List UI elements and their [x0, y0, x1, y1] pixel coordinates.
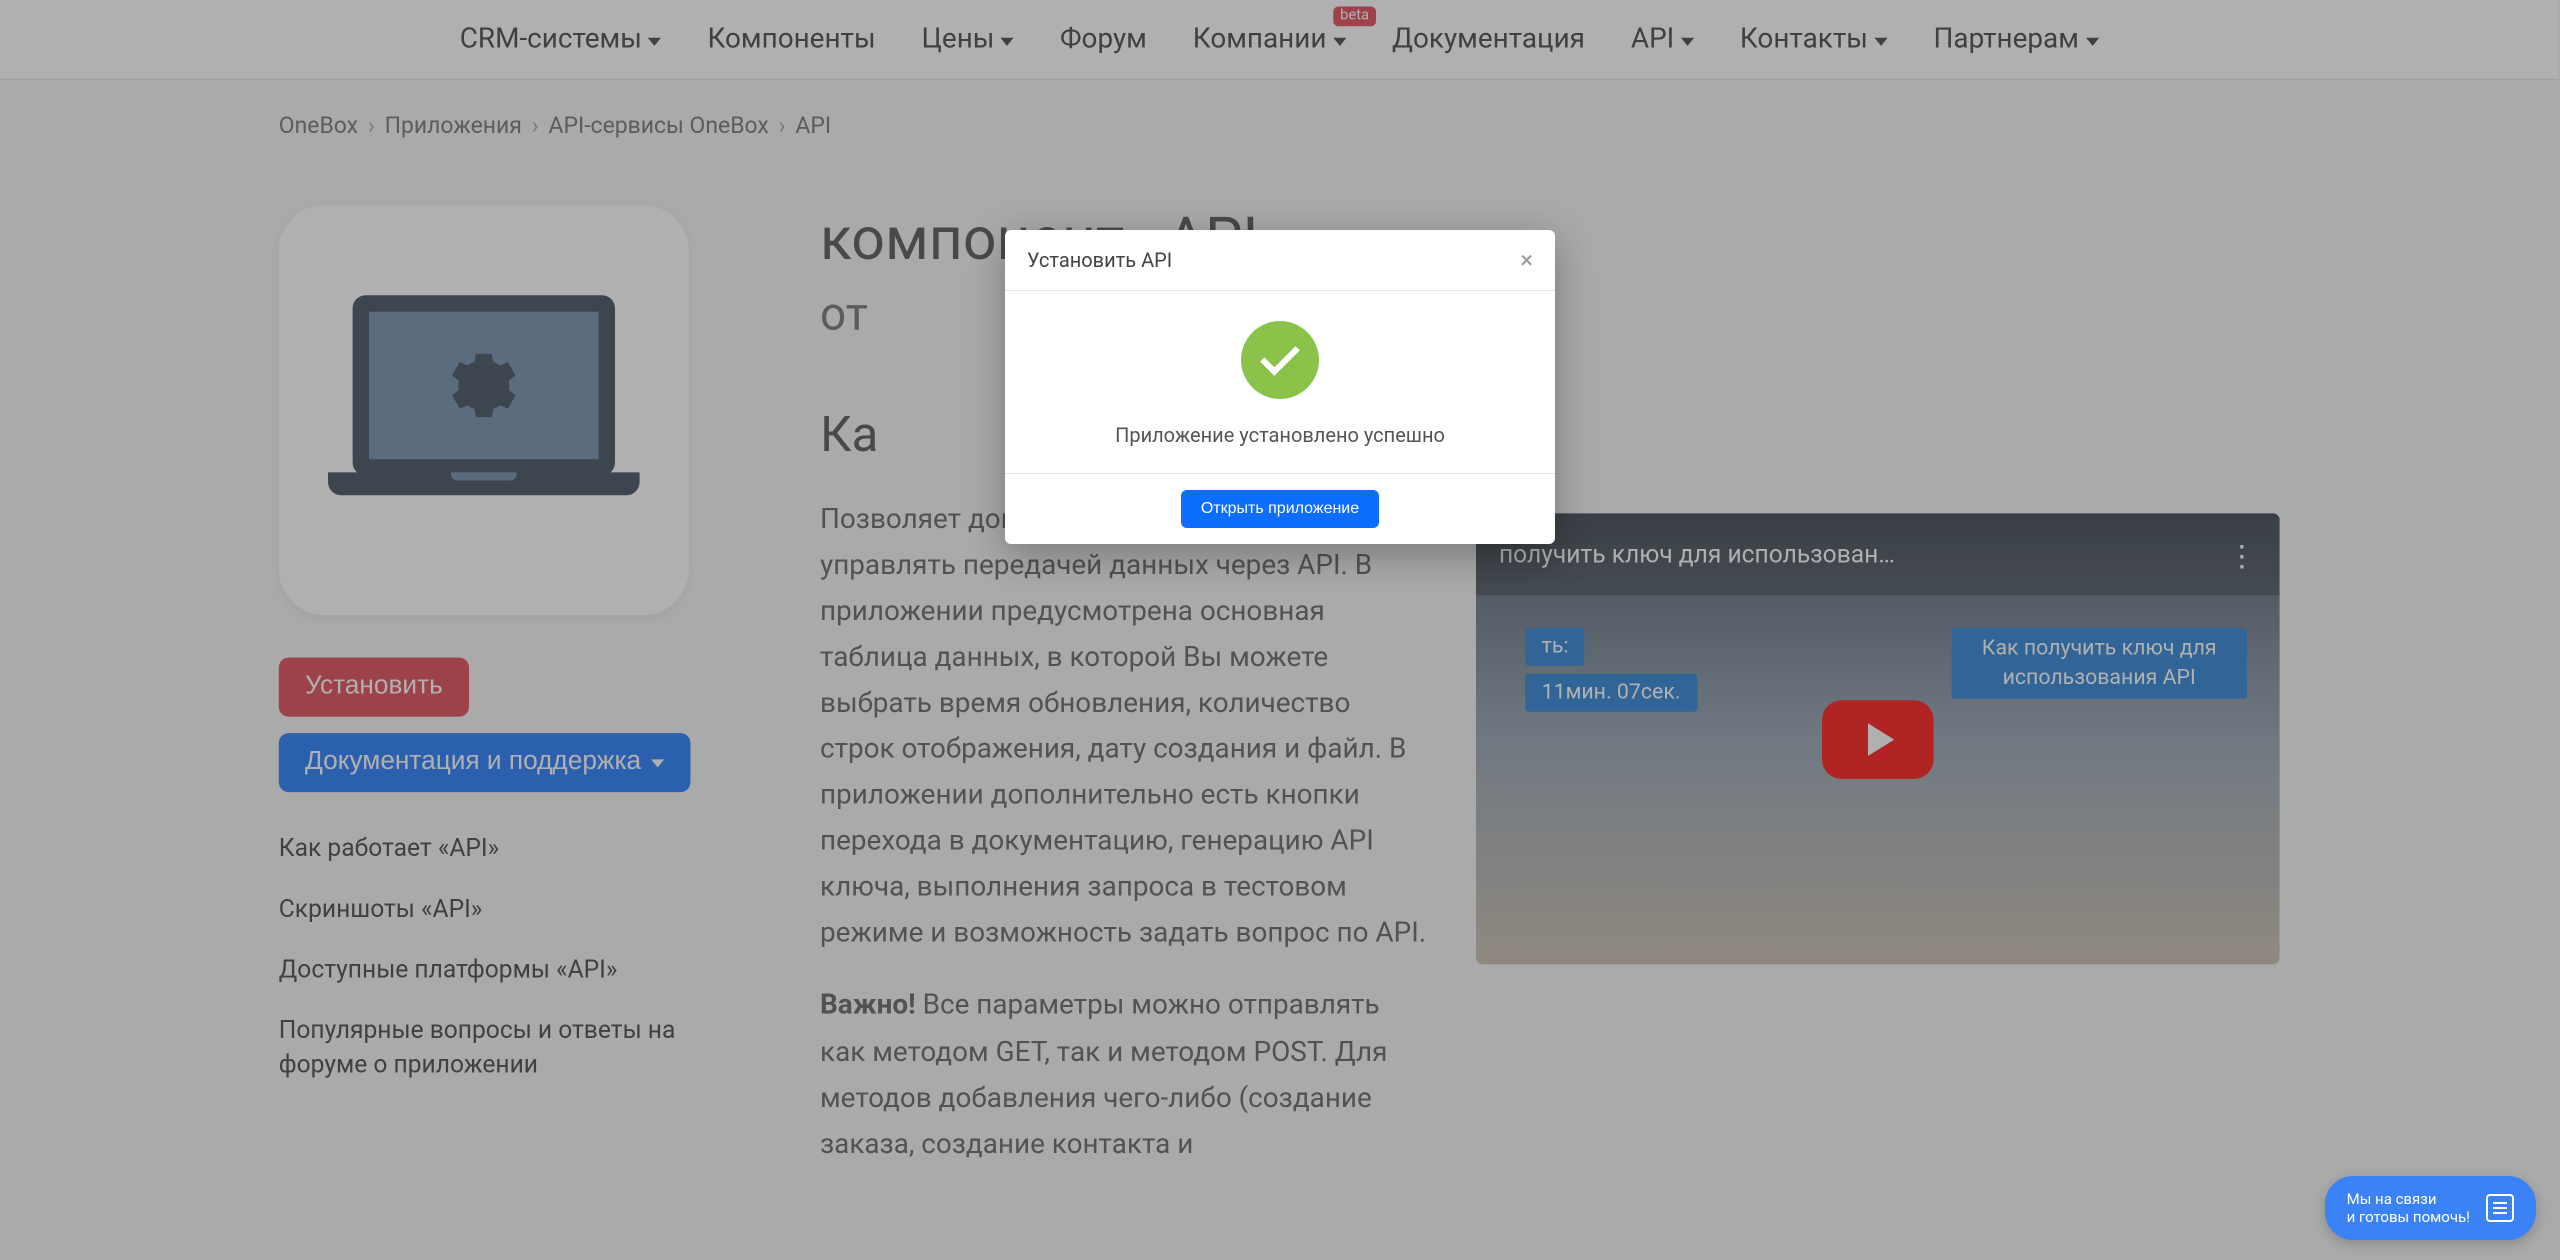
chat-text: Мы на связи и готовы помочь! — [2347, 1190, 2470, 1226]
install-modal: Установить API × Приложение установлено … — [1005, 230, 1555, 544]
modal-title: Установить API — [1027, 248, 1172, 272]
modal-overlay[interactable] — [0, 0, 2560, 1260]
success-icon — [1241, 321, 1319, 399]
modal-message: Приложение установлено успешно — [1025, 423, 1535, 447]
chat-icon — [2486, 1194, 2514, 1222]
chat-widget[interactable]: Мы на связи и готовы помочь! — [2325, 1176, 2536, 1240]
open-app-button[interactable]: Открыть приложение — [1181, 490, 1379, 528]
close-icon[interactable]: × — [1520, 248, 1533, 272]
